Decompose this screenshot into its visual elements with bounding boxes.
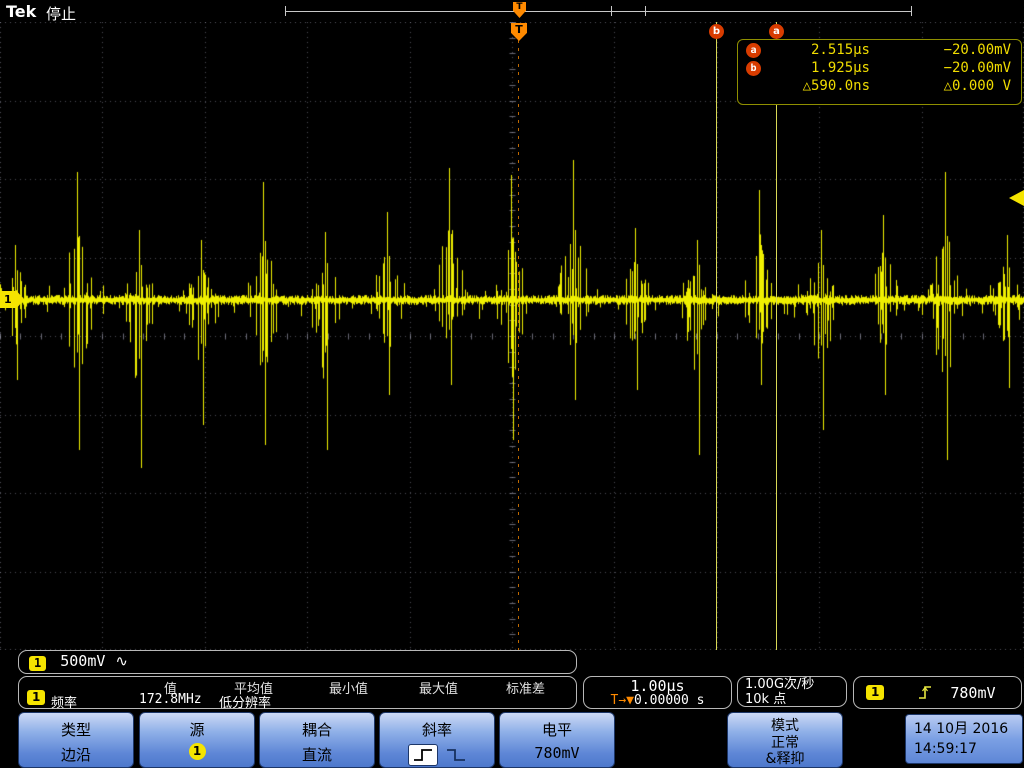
trigger-source-badge: 1: [866, 685, 885, 700]
trigger-readout[interactable]: 1 780mV: [853, 676, 1022, 709]
record-view-window-tick: [611, 6, 612, 16]
trigger-position-value: 0.00000 s: [634, 693, 705, 708]
cursor-delta-row: △590.0ns △0.000 V: [738, 76, 1021, 94]
menu-button-trigger-source[interactable]: 源 1: [139, 712, 255, 768]
measurement-readout: 值 平均值 最小值 最大值 标准差 1 频率 172.8MHz 低分辨率: [18, 676, 577, 711]
record-view-left-bracket: [285, 6, 286, 16]
datetime-panel: 14 10月 2016 14:59:17: [905, 714, 1023, 764]
cursor-a-line[interactable]: [776, 22, 777, 650]
menu-button-trigger-mode[interactable]: 模式 正常 &释抑: [727, 712, 843, 768]
cursor-delta-voltage: △0.000 V: [943, 78, 1011, 94]
menu-coupling-title: 耦合: [301, 721, 332, 739]
coupling-wave-icon: ∿: [115, 652, 128, 670]
time-text: 14:59:17: [914, 741, 977, 757]
menu-button-trigger-coupling[interactable]: 耦合 直流: [259, 712, 375, 768]
record-view-window-tick: [645, 6, 646, 16]
cursor-a-voltage: −20.00mV: [943, 42, 1011, 58]
channel1-scale-readout[interactable]: 1 500mV ∿: [18, 650, 577, 674]
date-text: 14 10月 2016: [914, 721, 1009, 737]
sample-rate: 1.00G次/秒: [745, 677, 815, 692]
falling-slope-icon[interactable]: [446, 748, 466, 762]
cursor-b-voltage: −20.00mV: [943, 60, 1011, 76]
record-view-bar: [285, 11, 912, 12]
waveform-display: [0, 22, 1024, 650]
menu-source-channel-badge: 1: [188, 743, 206, 760]
horizontal-readout[interactable]: 1.00µs T→▼0.00000 s: [583, 676, 732, 709]
cursor-a-time: 2.515µs: [810, 42, 870, 58]
meas-header-min: 最小值: [329, 682, 369, 697]
oscilloscope-screen: Tek 停止 T T 1 b a a 2.515µs −20.00mV b 1.…: [0, 0, 1024, 768]
menu-mode-value2: &释抑: [765, 751, 805, 767]
menu-type-value: 边沿: [60, 746, 91, 764]
menu-coupling-value: 直流: [301, 746, 332, 764]
menu-level-title: 电平: [541, 721, 572, 739]
meas-header-std: 标准差: [506, 682, 546, 697]
menu-mode-value: 正常: [771, 735, 799, 751]
record-trigger-position-icon[interactable]: T: [513, 2, 526, 18]
menu-mode-title: 模式: [771, 718, 799, 734]
meas-mean: 低分辨率: [219, 696, 272, 711]
timebase-scale: 1.00µs: [630, 677, 685, 695]
menu-button-trigger-type[interactable]: 类型 边沿: [18, 712, 134, 768]
trigger-position-line: [518, 40, 519, 650]
cursor-a-icon: a: [746, 42, 761, 58]
meas-header-max: 最大值: [419, 682, 459, 697]
menu-button-trigger-level[interactable]: 电平 780mV: [499, 712, 615, 768]
record-length: 10k 点: [745, 692, 787, 707]
slope-options: [380, 744, 494, 766]
rising-slope-selected-icon[interactable]: [408, 744, 438, 766]
cursor-b-line[interactable]: [716, 22, 717, 650]
meas-value: 172.8MHz: [139, 692, 202, 707]
cursor-b-time: 1.925µs: [810, 60, 870, 76]
acquisition-readout: 1.00G次/秒 10k 点: [737, 676, 847, 707]
channel1-badge: 1: [29, 655, 47, 671]
trigger-level-value: 780mV: [950, 683, 996, 702]
menu-slope-title: 斜率: [421, 721, 452, 739]
cursor-a-badge[interactable]: a: [769, 24, 784, 39]
meas-name: 频率: [51, 696, 78, 711]
cursor-b-icon: b: [746, 60, 761, 76]
menu-type-title: 类型: [60, 721, 91, 739]
record-view-right-bracket: [911, 6, 912, 16]
brand-logo: Tek: [6, 2, 37, 21]
cursor-a-row: a 2.515µs −20.00mV: [738, 40, 1021, 58]
cursor-delta-time: △590.0ns: [802, 78, 870, 94]
channel1-scale: 500mV: [60, 652, 106, 670]
menu-button-trigger-slope[interactable]: 斜率: [379, 712, 495, 768]
menu-level-value: 780mV: [534, 744, 580, 762]
rising-edge-icon: [919, 686, 932, 699]
menu-source-title: 源: [189, 721, 205, 739]
cursor-b-row: b 1.925µs −20.00mV: [738, 58, 1021, 76]
cursor-readout-panel: a 2.515µs −20.00mV b 1.925µs −20.00mV △5…: [737, 39, 1022, 105]
acquisition-status: 停止: [46, 5, 77, 23]
cursor-b-badge[interactable]: b: [709, 24, 724, 39]
trigger-position-icon: T→▼: [610, 693, 635, 708]
